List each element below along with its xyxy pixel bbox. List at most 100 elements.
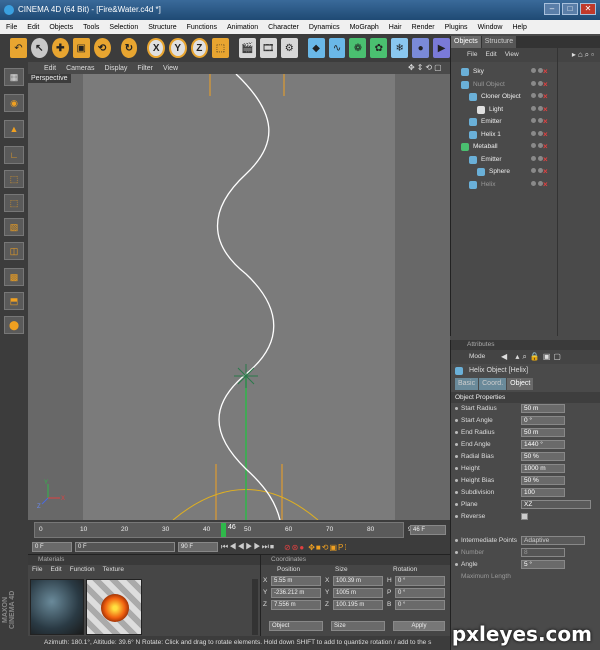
minimize-button[interactable]: – xyxy=(544,3,560,15)
attr-tab-coord[interactable]: Coord. xyxy=(479,378,507,390)
attribute-value-field[interactable]: 50 m xyxy=(521,404,565,413)
size-mode-dropdown[interactable]: Size xyxy=(331,621,385,631)
attribute-value-field[interactable]: 50 % xyxy=(521,476,565,485)
render-settings-icon[interactable]: ⚙ xyxy=(280,38,298,58)
position-field[interactable]: 7.556 m xyxy=(271,600,321,610)
viewport-menu-edit[interactable]: Edit xyxy=(44,65,56,72)
viewport-menu-cameras[interactable]: Cameras xyxy=(66,65,94,72)
camera-icon[interactable]: ▶ xyxy=(433,38,450,58)
attribute-value-field[interactable]: 1440 ° xyxy=(521,440,565,449)
position-field[interactable]: -236.212 m xyxy=(271,588,321,598)
viewport-menu-filter[interactable]: Filter xyxy=(137,65,153,72)
menu-item-plugins[interactable]: Plugins xyxy=(445,24,468,31)
object-list-item[interactable]: Cloner Object × xyxy=(451,91,600,103)
undo-icon[interactable]: ↶ xyxy=(10,38,27,58)
texture-mode-icon[interactable]: ▲ xyxy=(4,120,24,138)
close-button[interactable]: ✕ xyxy=(580,3,596,15)
attribute-value-field[interactable]: 1000 m xyxy=(521,464,565,473)
menu-item-help[interactable]: Help xyxy=(512,24,526,31)
object-list-item[interactable]: Emitter × xyxy=(451,154,600,166)
key-options-icons[interactable]: ✥■⟲▣P⁞ xyxy=(308,543,347,552)
coord-mode-dropdown[interactable]: Object xyxy=(269,621,323,631)
snapping-icon[interactable]: ⬒ xyxy=(4,292,24,310)
y-axis-button[interactable]: Y xyxy=(168,38,187,58)
materials-menu-file[interactable]: File xyxy=(32,565,42,575)
cube-icon[interactable]: ◆ xyxy=(307,38,325,58)
viewport-menu-view[interactable]: View xyxy=(163,65,178,72)
rotation-field[interactable]: 0 ° xyxy=(395,576,445,586)
animate-dot-icon[interactable] xyxy=(455,479,458,482)
attr-tab-object[interactable]: Object xyxy=(507,378,534,390)
scale-tool-icon[interactable]: ▣ xyxy=(72,38,90,58)
timeline-playhead[interactable] xyxy=(221,523,226,537)
attributes-nav-icons[interactable]: ◀ ▴⌕🔒▣▢ xyxy=(501,350,564,364)
deactivate-icon[interactable]: × xyxy=(543,179,548,191)
array-icon[interactable]: ✿ xyxy=(370,38,388,58)
object-manager-nav-icons[interactable]: ▸⌂⌕▫ xyxy=(572,50,596,60)
animate-dot-icon[interactable] xyxy=(455,443,458,446)
viewport-nav-icons[interactable]: ✥⇕⟲▢ xyxy=(408,63,444,72)
start-frame-field[interactable]: 0 F xyxy=(32,542,72,552)
render-view-icon[interactable]: 🎬 xyxy=(238,38,256,58)
deactivate-icon[interactable]: × xyxy=(543,116,548,128)
rotation-field[interactable]: 0 ° xyxy=(395,588,445,598)
animate-dot-icon[interactable] xyxy=(455,455,458,458)
sculpt-icon[interactable]: ⬤ xyxy=(4,316,24,334)
reverse-checkbox[interactable] xyxy=(521,513,528,520)
render-picture-viewer-icon[interactable]: 🎞 xyxy=(259,38,277,58)
menu-item-animation[interactable]: Animation xyxy=(227,24,258,31)
deactivate-icon[interactable]: × xyxy=(543,104,548,116)
move-tool-icon[interactable]: ✚ xyxy=(51,38,69,58)
menu-item-selection[interactable]: Selection xyxy=(109,24,138,31)
attribute-value-field[interactable]: 0 ° xyxy=(521,416,565,425)
materials-menu-edit[interactable]: Edit xyxy=(50,565,61,575)
object-menu-file[interactable]: File xyxy=(467,48,477,62)
menu-item-mograph[interactable]: MoGraph xyxy=(350,24,379,31)
deformer-icon[interactable]: ❄ xyxy=(391,38,409,58)
animate-dot-icon[interactable] xyxy=(455,503,458,506)
attr-tab-basic[interactable]: Basic xyxy=(455,378,479,390)
attribute-value-field[interactable]: 100 xyxy=(521,488,565,497)
menu-item-dynamics[interactable]: Dynamics xyxy=(309,24,340,31)
tweak-mode-icon[interactable]: ▩ xyxy=(4,268,24,286)
points-mode-icon[interactable]: ⬚ xyxy=(4,170,24,188)
material-fire-thumb[interactable] xyxy=(86,579,142,635)
x-axis-button[interactable]: X xyxy=(147,38,165,58)
polygons-mode-icon[interactable]: ▧ xyxy=(4,218,24,236)
materials-menu-function[interactable]: Function xyxy=(70,565,95,575)
menu-item-edit[interactable]: Edit xyxy=(27,24,39,31)
materials-scrollbar[interactable] xyxy=(252,579,258,635)
nurbs-icon[interactable]: ❁ xyxy=(349,38,367,58)
recent-tools-icon[interactable]: ↻ xyxy=(120,38,138,58)
use-object-mode-icon[interactable]: ◉ xyxy=(4,94,24,112)
deactivate-icon[interactable]: × xyxy=(543,129,548,141)
attribute-value-field[interactable]: 50 m xyxy=(521,428,565,437)
deactivate-icon[interactable]: × xyxy=(543,66,548,78)
workplane-icon[interactable]: ∟ xyxy=(4,146,24,164)
z-axis-button[interactable]: Z xyxy=(190,38,209,58)
intermediate-points-dropdown[interactable]: Adaptive xyxy=(521,536,585,545)
apply-button[interactable]: Apply xyxy=(393,621,445,631)
object-list-item[interactable]: Sphere × xyxy=(451,166,600,178)
playback-controls[interactable]: ⏮◀◀▶▶⏭⏹ xyxy=(221,542,275,552)
maximize-button[interactable]: □ xyxy=(562,3,578,15)
end-frame-field[interactable]: 46 F xyxy=(410,525,446,535)
scene-icon[interactable]: ● xyxy=(412,38,430,58)
menu-item-render[interactable]: Render xyxy=(412,24,435,31)
viewport[interactable]: Perspective Y X Z xyxy=(28,74,450,520)
object-list-item[interactable]: Helix 1 × xyxy=(451,129,600,141)
end-range-field[interactable]: 90 F xyxy=(178,542,218,552)
menu-item-hair[interactable]: Hair xyxy=(389,24,402,31)
material-water-thumb[interactable] xyxy=(30,579,84,635)
menu-item-tools[interactable]: Tools xyxy=(83,24,99,31)
record-keys-icons[interactable]: ⊘⊛● xyxy=(284,543,305,552)
preview-range-slider[interactable]: 0 F xyxy=(75,542,175,552)
tab-objects[interactable]: Objects xyxy=(451,36,481,48)
menu-item-structure[interactable]: Structure xyxy=(148,24,176,31)
attributes-mode-menu[interactable]: Mode xyxy=(469,350,485,364)
object-list-item[interactable]: Helix × xyxy=(451,179,600,191)
light-gizmo[interactable] xyxy=(234,364,258,388)
size-field[interactable]: 100.39 m xyxy=(333,576,383,586)
object-list-item[interactable]: Emitter × xyxy=(451,116,600,128)
live-selection-icon[interactable]: ↖ xyxy=(30,38,48,58)
